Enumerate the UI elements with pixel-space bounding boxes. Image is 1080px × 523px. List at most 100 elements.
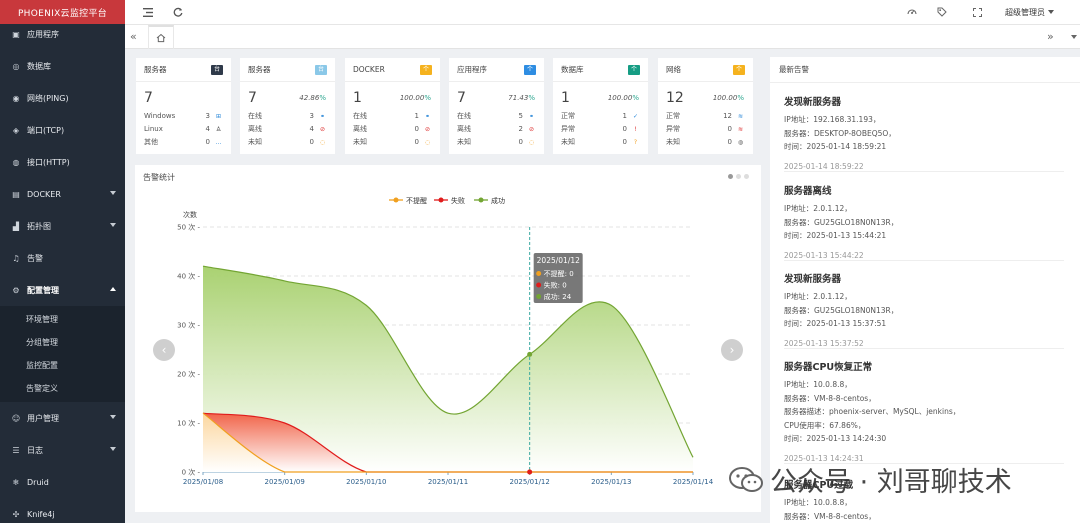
- alarm-chart[interactable]: 次数 0 次 - 10 次 - 20 次 - 30 次 - 40 次 - 50 次 - 202…: [135, 183, 761, 513]
- fullscreen-icon[interactable]: [971, 6, 983, 18]
- alert-title: 发现新服务器: [784, 97, 842, 108]
- sidebar-item-6[interactable]: ▟ 拓扑图: [0, 210, 125, 242]
- user-icon: ☺: [11, 413, 21, 423]
- y-tick-label: 30 次 -: [177, 321, 200, 330]
- card-row-label: Windows: [144, 112, 176, 120]
- card-row-value: 1: [414, 112, 419, 120]
- stat-card-3[interactable]: 应用程序 个 7 71.43% 在线 5 ⚭ 离线 2 ⊘ 未知 0 ◌: [448, 57, 545, 155]
- tabs-menu-caret-icon[interactable]: [1071, 35, 1077, 39]
- card-row-label: 未知: [248, 138, 262, 146]
- menu-toggle-icon[interactable]: [142, 6, 154, 18]
- x-tick-label: 2025/01/14: [673, 478, 714, 486]
- unknown-icon: ◌: [424, 138, 431, 146]
- tooltip-dot: [536, 282, 542, 288]
- stat-card-4[interactable]: 数据库 个 1 100.00% 正常 1 ✓ 异常 0! 未知 0?: [552, 57, 649, 155]
- sidebar-item-9[interactable]: ☺ 用户管理: [0, 402, 125, 434]
- sidebar-item-3[interactable]: ◈ 端口(TCP): [0, 114, 125, 146]
- user-menu[interactable]: 超级管理员: [1005, 7, 1054, 18]
- unlink-icon: ⊘: [319, 125, 326, 133]
- alarm-chart-panel: 告警统计 次数 0 次 - 10 次 - 20 次 - 30 次 - 40 次 - 50 次…: [135, 165, 761, 512]
- refresh-icon[interactable]: [172, 6, 184, 18]
- tabs-scroll-right-icon[interactable]: »: [1047, 30, 1054, 43]
- card-row-value: 0: [414, 138, 419, 146]
- sidebar-item-12[interactable]: ✣ Knife4j: [0, 498, 125, 523]
- card-row-label: 离线: [248, 125, 262, 133]
- sidebar-item-label: DOCKER: [27, 189, 61, 199]
- stat-card-1[interactable]: 服务器 台 7 42.86% 在线 3 ⚭ 离线 4 ⊘ 未知 0 ◌: [239, 57, 336, 155]
- alert-item[interactable]: 服务器离线 IP地址：2.0.1.12， 服务器：GU25GLO18N0N13R， 时…: [784, 183, 1064, 261]
- submenu-item-1[interactable]: 分组管理: [0, 331, 125, 354]
- sidebar-item-10[interactable]: ☰ 日志: [0, 434, 125, 466]
- alert-line: 服务器：VM-8-8-centos，: [784, 393, 876, 403]
- x-tick-label: 2025/01/08: [183, 478, 223, 486]
- card-row: Linux 4 ♙: [144, 124, 222, 134]
- card-row: 异常 0!: [561, 124, 639, 134]
- windows-icon: ⊞: [215, 112, 222, 120]
- card-title: 数据库: [561, 65, 584, 74]
- sidebar-item-1[interactable]: ◎ 数据库: [0, 50, 125, 82]
- alert-item[interactable]: 发现新服务器 IP地址：192.168.31.193， 服务器：DESKTOP-8O…: [784, 94, 1064, 172]
- carousel-dots[interactable]: [728, 174, 749, 179]
- sidebar-item-0[interactable]: ▣ 应用程序: [0, 18, 125, 50]
- alert-item[interactable]: 服务器CPU恢复正常 IP地址：10.0.8.8， 服务器：VM-8-8-cento…: [784, 359, 1064, 464]
- submenu-item-3[interactable]: 告警定义: [0, 377, 125, 400]
- card-row: 在线 1 ⚭: [353, 111, 431, 121]
- alert-line: IP地址：192.168.31.193，: [784, 115, 881, 124]
- sidebar-item-5[interactable]: ▤ DOCKER: [0, 178, 125, 210]
- gear-icon: ⚙: [12, 285, 20, 295]
- sidebar-item-8[interactable]: ⚙ 配置管理: [0, 274, 125, 306]
- alert-title: 服务器CPU恢复正常: [784, 362, 873, 373]
- card-row: 离线 4 ⊘: [248, 124, 326, 134]
- port-icon: ◈: [12, 125, 20, 135]
- more-icon: …: [215, 138, 222, 146]
- card-row-label: 其他: [144, 138, 158, 146]
- alert-item[interactable]: 发现新服务器 IP地址：2.0.1.12， 服务器：GU25GLO18N0N13R，…: [784, 271, 1064, 349]
- sidebar-item-4[interactable]: ◍ 接口(HTTP): [0, 146, 125, 178]
- theme-icon[interactable]: [906, 6, 918, 18]
- sidebar-item-7[interactable]: ♫ 告警: [0, 242, 125, 274]
- card-row-label: Linux: [144, 125, 163, 133]
- tab-home[interactable]: [148, 25, 174, 49]
- card-percent: 71.43%: [508, 94, 535, 102]
- x-tick-label: 2025/01/11: [428, 478, 468, 486]
- chart-next-button[interactable]: ›: [721, 339, 743, 361]
- stat-card-2[interactable]: DOCKER 个 1 100.00% 在线 1 ⚭ 离线 0 ⊘ 未知 0 ◌: [344, 57, 441, 155]
- network-icon: ◉: [12, 93, 20, 103]
- card-row: 离线 2 ⊘: [457, 124, 535, 134]
- sidebar-item-11[interactable]: ❄ Druid: [0, 466, 125, 498]
- card-count: 7: [457, 90, 466, 106]
- tabs-scroll-left-icon[interactable]: «: [130, 30, 137, 43]
- card-count: 12: [666, 90, 684, 106]
- tooltip-dot: [536, 294, 542, 299]
- card-row: 正常 12 ≋: [666, 111, 744, 121]
- card-title: 应用程序: [457, 65, 487, 74]
- alert-time: 2025-01-14 18:59:22: [784, 161, 864, 171]
- tab-bar: « »: [125, 25, 1080, 49]
- x-tick-label: 2025/01/10: [346, 478, 386, 486]
- stat-card-0[interactable]: 服务器台 7 Windows 3 ⊞ Linux 4 ♙ 其他 0…: [135, 57, 232, 155]
- card-row-value: 4: [205, 125, 210, 133]
- chart-prev-button[interactable]: ‹: [153, 339, 175, 361]
- card-row: 未知 0 ◌: [353, 137, 431, 147]
- card-row-label: 离线: [353, 125, 367, 133]
- knife-icon: ✣: [12, 509, 20, 519]
- sidebar-item-2[interactable]: ◉ 网络(PING): [0, 82, 125, 114]
- card-badge: 台: [210, 64, 223, 75]
- submenu-item-0[interactable]: 环境管理: [0, 308, 125, 331]
- caret-down-icon: [110, 415, 116, 419]
- user-name: 超级管理员: [1005, 8, 1045, 17]
- legend-marker: [478, 197, 484, 203]
- alert-line: IP地址：2.0.1.12，: [784, 204, 852, 213]
- submenu-item-2[interactable]: 监控配置: [0, 354, 125, 377]
- card-row-value: 0: [309, 138, 314, 146]
- card-row-value: 1: [622, 112, 627, 120]
- log-icon: ☰: [12, 445, 20, 455]
- card-row-label: 未知: [353, 138, 367, 146]
- card-row-label: 未知: [457, 138, 471, 146]
- unlink-icon: ⊘: [424, 125, 431, 133]
- tag-icon[interactable]: [936, 6, 948, 18]
- tooltip-line: 失败: 0: [544, 281, 567, 290]
- http-icon: ◍: [12, 157, 20, 167]
- card-row: 在线 5 ⚭: [457, 111, 535, 121]
- stat-card-5[interactable]: 网络 个 12 100.00% 正常 12 ≋ 异常 0 ≋ 未知 0 ◍: [657, 57, 754, 155]
